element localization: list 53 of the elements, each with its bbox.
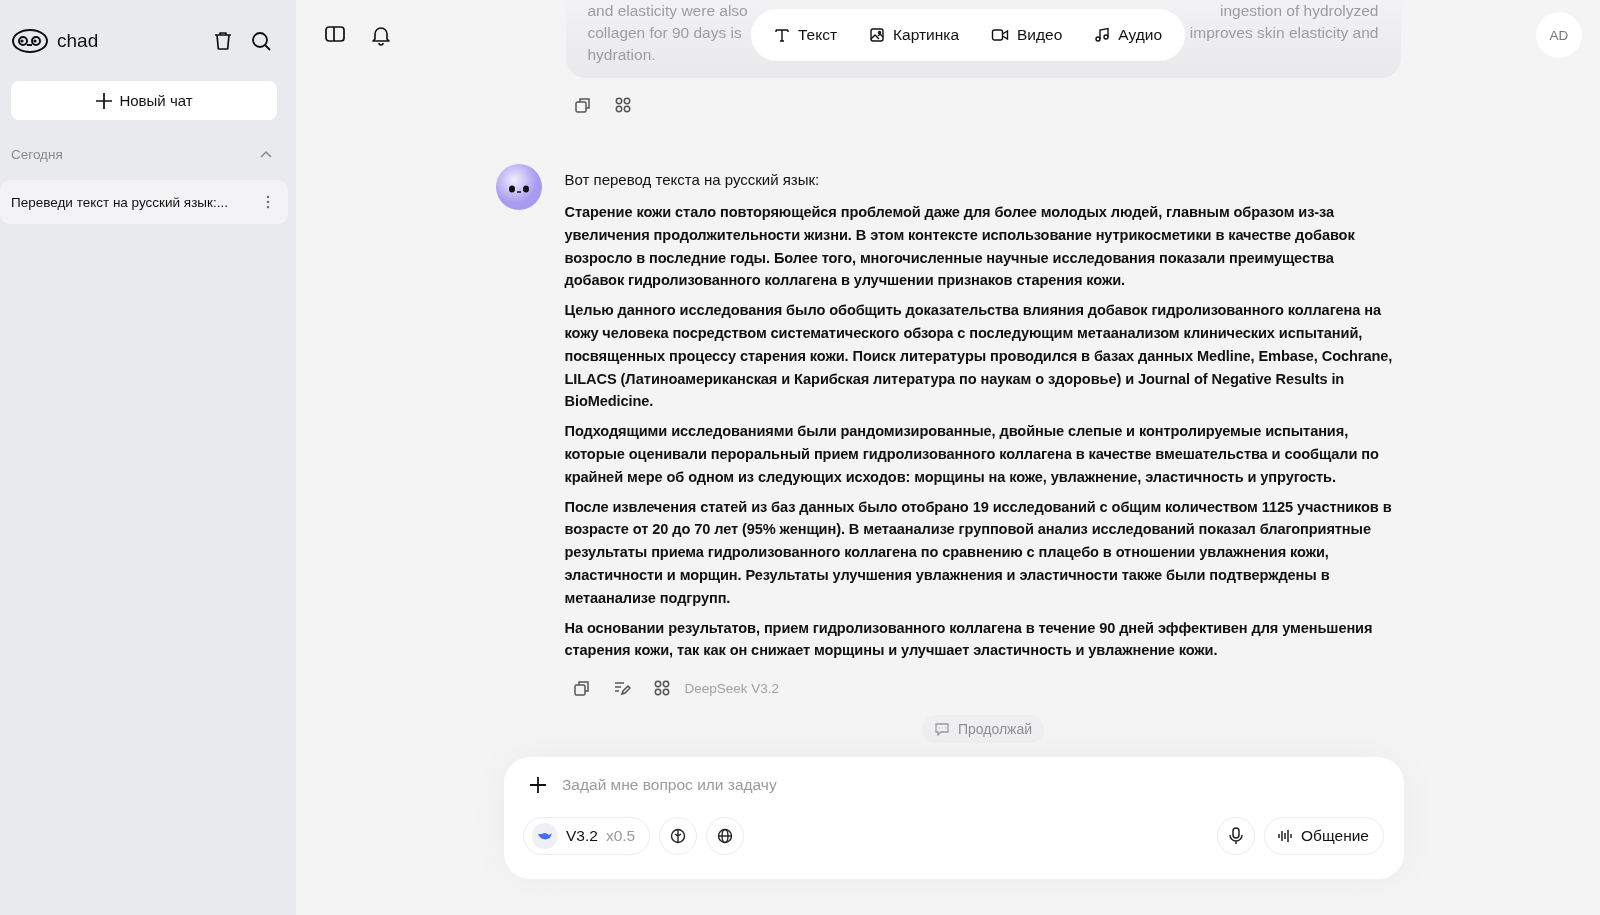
web-search-button[interactable] bbox=[706, 817, 745, 855]
sidebar-toggle-icon[interactable] bbox=[324, 24, 346, 44]
voice-chat-button[interactable]: Общение bbox=[1264, 817, 1384, 855]
answer-intro: Вот перевод текста на русский язык: bbox=[564, 170, 821, 190]
media-tab[interactable]: Текст bbox=[761, 15, 851, 55]
reasoning-button[interactable] bbox=[659, 817, 698, 855]
microphone-button[interactable] bbox=[1217, 817, 1255, 855]
message-text-line: ingestion of hydrolyzed bbox=[1219, 1, 1379, 21]
trash-icon[interactable] bbox=[212, 29, 234, 52]
search-icon[interactable] bbox=[250, 29, 272, 52]
message-text-line: collagen for 90 days is bbox=[587, 23, 742, 43]
image-icon bbox=[869, 27, 886, 43]
globe-icon bbox=[717, 828, 734, 844]
video-camera-icon bbox=[991, 27, 1010, 43]
message-text-line: and elasticity were also bbox=[587, 1, 748, 21]
microphone-icon bbox=[1228, 827, 1244, 845]
media-tab[interactable]: Картинка bbox=[856, 15, 973, 55]
chat-bubble-icon bbox=[933, 721, 950, 738]
text-icon bbox=[774, 27, 790, 43]
answer-paragraph: Подходящими исследованиями были рандомизированные, двойные слепые и контролируемые испытания, которые оценивали пероральный прием гидролизованного коллагена в качестве вмешательства и сообщали по крайней мере об одном из следующих исходов: морщины на коже, увлажнение, эластичность и упругость. bbox=[564, 422, 1380, 487]
media-tab[interactable]: Видео bbox=[978, 15, 1076, 55]
new-chat-button[interactable]: Новый чат bbox=[11, 81, 277, 120]
brand-name: chad bbox=[57, 29, 99, 52]
music-note-icon bbox=[1094, 27, 1111, 43]
grid-icon[interactable] bbox=[652, 679, 671, 698]
message-text-line: hydration. bbox=[587, 45, 657, 65]
chat-title: Переведи текст на русский язык:... bbox=[11, 194, 228, 210]
edit-icon[interactable] bbox=[612, 679, 631, 698]
grid-icon[interactable] bbox=[613, 96, 632, 114]
answer-paragraph: На основании результатов, прием гидролизованного коллагена в течение 90 дней эффективен для уменьшения старения кожи, так как он снижает морщины и улучшает эластичность и увлажнение кожи. bbox=[564, 618, 1374, 661]
prompt-input[interactable]: Задай мне вопрос или задачу bbox=[560, 775, 1384, 795]
logo-icon bbox=[11, 26, 49, 55]
media-tab[interactable]: Аудио bbox=[1081, 15, 1176, 55]
message-text-line: improves skin elasticity and bbox=[1189, 23, 1379, 43]
plus-icon bbox=[95, 91, 114, 110]
answer-paragraph: Целью данного исследования было обобщить доказательства влияния добавок гидролизованного коллагена на кожу человека посредством систематического обзора с последующим метаанализом клинических испытаний, посвященных процессу старения кожи. Поиск литературы проводился в базах данных Medline, Embase, Cochrane, LILACS (Латиноамериканская и Карибская литература по наукам о здоровье) и Journal of Negative Results in BioMedicine. bbox=[564, 301, 1394, 412]
brain-icon bbox=[670, 828, 687, 844]
more-icon[interactable] bbox=[266, 195, 270, 209]
bell-icon[interactable] bbox=[370, 24, 392, 46]
sound-wave-icon bbox=[1277, 828, 1293, 844]
copy-icon[interactable] bbox=[573, 96, 592, 114]
section-label: Сегодня bbox=[11, 146, 63, 162]
chevron-icon[interactable] bbox=[260, 150, 272, 158]
answer-paragraph: После извлечения статей из баз данных было отобрано 19 исследований с общим количеством 1125 участников в возрасте от 20 до 70 лет (95% женщин). В метаанализе групповой анализ исследований показал благоприятные результаты приема гидролизованного коллагена по сравнению с плацебо в отношении увлажнения кожи, эластичности и морщин. Результаты улучшения увлажнения и эластичности также были подтверждены в метаанализе подгрупп. bbox=[564, 497, 1393, 608]
answer-paragraph: Старение кожи стало повторяющейся проблемой даже для более молодых людей, главным образом из-за увеличения продолжительности жизни. В этом контексте использование нутрикосметики в качестве добавок возросло в последние годы. Более того, многочисленные научные исследования показали преимущества добавок гидролизованного коллагена в улучшении признаков старения кожи. bbox=[564, 203, 1356, 291]
model-button[interactable]: V3.2 x0.5 bbox=[523, 817, 651, 855]
copy-icon[interactable] bbox=[572, 679, 591, 698]
whale-icon bbox=[532, 823, 558, 849]
user-avatar[interactable]: AD bbox=[1536, 12, 1582, 58]
plus-icon[interactable] bbox=[528, 775, 548, 795]
model-name: DeepSeek V3.2 bbox=[684, 680, 780, 696]
bot-avatar-icon bbox=[495, 164, 542, 210]
chat-item[interactable]: Переведи текст на русский язык:... bbox=[0, 180, 288, 224]
